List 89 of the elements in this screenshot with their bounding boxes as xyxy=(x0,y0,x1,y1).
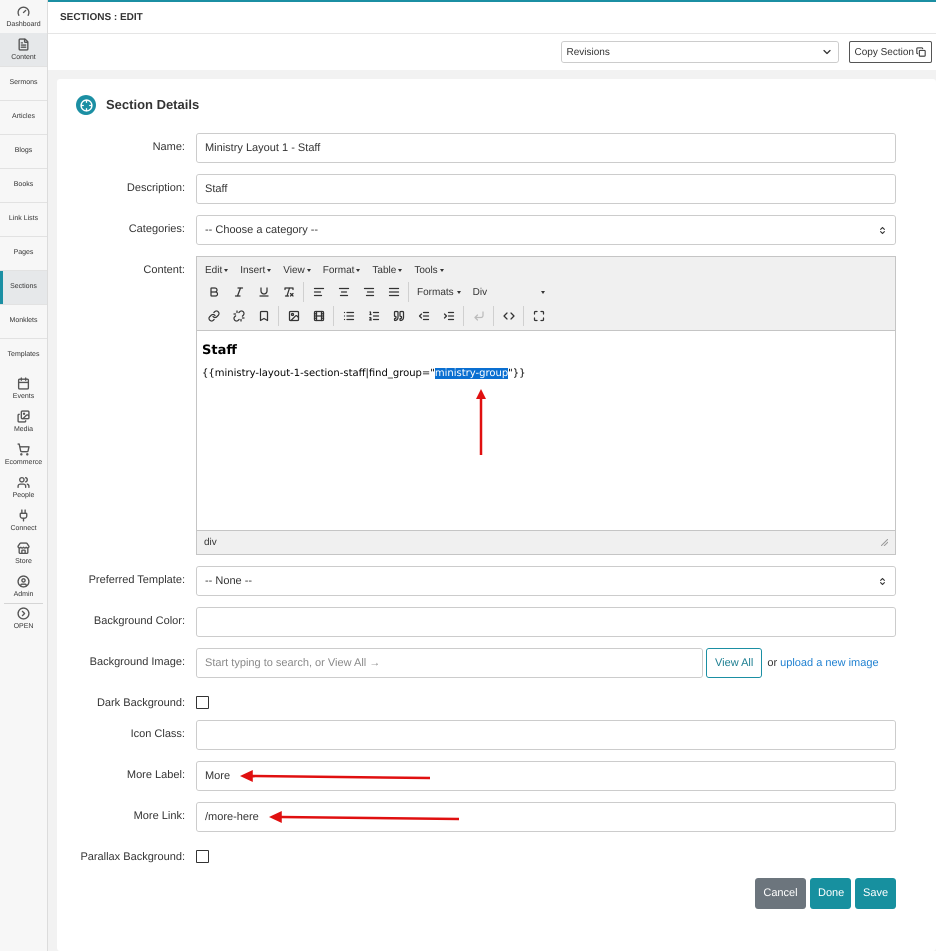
quote-icon xyxy=(392,310,404,322)
field-label: Categories: xyxy=(128,222,186,237)
content-heading: Staff xyxy=(202,342,238,360)
field-label: More Label: xyxy=(126,768,186,783)
caret-icon xyxy=(224,268,228,272)
image-search-field[interactable]: Start typing to search, or View All → xyxy=(196,648,703,678)
store-icon xyxy=(17,542,30,554)
align-justify-icon xyxy=(388,286,400,298)
sort-caret-icon xyxy=(878,576,887,586)
indent-icon xyxy=(442,310,454,322)
form-button[interactable]: Save xyxy=(855,878,896,909)
plug-icon xyxy=(17,508,30,522)
outdent-icon xyxy=(418,310,430,322)
editor-status-path: div xyxy=(204,536,217,550)
link-icon xyxy=(208,310,220,322)
bookmark-icon xyxy=(258,310,270,322)
bullet-list-icon xyxy=(342,310,354,322)
resize-handle-icon xyxy=(881,539,888,546)
text-field[interactable]: /more-here xyxy=(196,802,896,832)
editor-menu[interactable]: Tools xyxy=(410,262,448,278)
caret-icon xyxy=(306,268,311,272)
gauge-icon xyxy=(17,4,30,18)
editor-menu[interactable]: Format xyxy=(318,262,364,278)
shortcode-text: {{ministry-layout-1-section-staff|find_group="ministry-group"}} xyxy=(202,366,526,380)
chevron-circle-icon xyxy=(17,606,30,620)
code-icon xyxy=(502,310,514,322)
italic-icon xyxy=(232,286,244,298)
field-label: Name: xyxy=(152,140,186,155)
text-field[interactable]: Staff xyxy=(196,174,896,204)
or-text: or xyxy=(767,656,778,671)
user-icon xyxy=(17,574,30,588)
unlink-icon xyxy=(232,310,244,322)
caret-icon xyxy=(356,268,360,272)
checkbox[interactable] xyxy=(196,850,209,863)
caret-icon xyxy=(456,290,461,294)
view-all-button[interactable]: View All xyxy=(706,648,762,678)
card-title: Section Details xyxy=(106,96,200,114)
text-field[interactable]: More xyxy=(196,761,896,791)
caret-icon xyxy=(398,268,402,272)
sort-caret-icon xyxy=(878,226,887,234)
select-dropdown[interactable]: -- Choose a category -- xyxy=(196,215,896,245)
editor-menu[interactable]: Edit xyxy=(201,262,232,278)
caret-icon xyxy=(540,290,545,294)
field-label: Background Image: xyxy=(88,655,186,670)
checkbox[interactable] xyxy=(196,696,209,709)
field-label: Dark Background: xyxy=(96,696,186,709)
editor-menu[interactable]: Insert xyxy=(236,262,276,278)
form-button[interactable]: Cancel xyxy=(755,878,806,909)
align-center-icon xyxy=(338,286,350,298)
align-left-icon xyxy=(312,286,324,298)
field-label: Preferred Template: xyxy=(88,573,186,588)
caret-icon xyxy=(267,268,272,272)
underline-icon xyxy=(258,286,270,298)
film-icon xyxy=(312,310,324,322)
revisions-dropdown[interactable]: Revisions xyxy=(560,41,839,63)
editor-menu[interactable]: View xyxy=(279,262,315,278)
people-icon xyxy=(17,476,30,488)
clear-format-icon xyxy=(282,286,294,298)
calendar-icon xyxy=(17,376,30,390)
text-field[interactable] xyxy=(196,720,896,750)
document-icon xyxy=(17,38,30,50)
page-title: SECTIONS : EDIT xyxy=(60,11,143,25)
field-label: Content: xyxy=(142,263,186,278)
field-label: Background Color: xyxy=(92,614,186,629)
text-field[interactable] xyxy=(196,607,896,637)
fullscreen-icon xyxy=(532,310,544,322)
text-field[interactable]: Ministry Layout 1 - Staff xyxy=(196,133,896,163)
upload-image-link[interactable]: upload a new image xyxy=(780,654,879,672)
select-dropdown[interactable]: -- None -- xyxy=(196,566,896,596)
field-label: Icon Class: xyxy=(130,727,186,742)
image-icon xyxy=(288,310,300,322)
copy-section-button[interactable]: Copy Section xyxy=(848,41,932,63)
cart-icon xyxy=(17,442,30,456)
crosshair-icon xyxy=(76,95,96,115)
field-label: Parallax Background: xyxy=(79,850,186,863)
formats-dropdown[interactable]: Formats xyxy=(411,284,467,300)
form-button[interactable]: Done xyxy=(810,878,851,909)
bold-icon xyxy=(208,286,220,298)
annotation-arrow xyxy=(476,389,486,455)
caret-icon xyxy=(440,268,444,272)
field-label: Description: xyxy=(126,181,186,196)
return-icon xyxy=(472,310,484,322)
images-icon xyxy=(17,410,30,422)
align-right-icon xyxy=(362,286,374,298)
copy-icon xyxy=(916,47,926,57)
editor-menu[interactable]: Table xyxy=(368,262,406,278)
block-format-dropdown[interactable]: Div xyxy=(466,284,545,300)
numbered-list-icon xyxy=(368,310,380,322)
field-label: More Link: xyxy=(132,809,186,824)
